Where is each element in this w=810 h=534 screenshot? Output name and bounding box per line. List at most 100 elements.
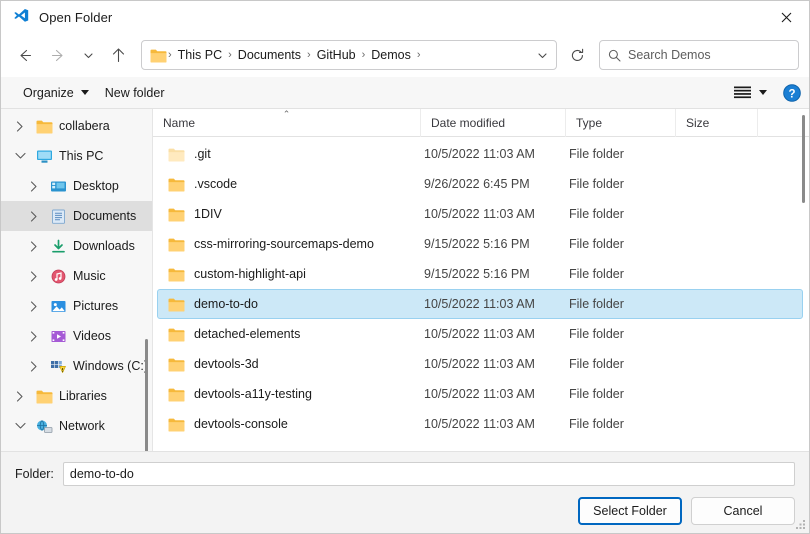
sidebar-item-libraries[interactable]: Libraries	[1, 381, 152, 411]
file-name: detached-elements	[194, 327, 301, 341]
refresh-button[interactable]	[561, 40, 593, 70]
breadcrumb-item-github[interactable]: GitHub	[312, 45, 361, 65]
sidebar-item-windows-c[interactable]: Windows (C:)	[1, 351, 152, 381]
folder-icon	[168, 148, 185, 161]
cell-name: demo-to-do	[158, 297, 424, 312]
table-row[interactable]: 1DIV 10/5/2022 11:03 AM File folder	[157, 199, 803, 229]
table-row[interactable]: devtools-console 10/5/2022 11:03 AM File f…	[157, 409, 803, 439]
table-row[interactable]: devtools-3d 10/5/2022 11:03 AM File folder	[157, 349, 803, 379]
cell-type: File folder	[569, 207, 624, 221]
cell-date-modified: 9/15/2022 5:16 PM	[424, 267, 530, 281]
cell-name: devtools-a11y-testing	[158, 387, 424, 402]
chevron-right-icon[interactable]	[25, 327, 43, 345]
dialog-footer: Folder: Select Folder Cancel	[1, 451, 809, 533]
column-header-date-modified[interactable]: Date modified	[421, 108, 566, 137]
sidebar-item-network[interactable]: Network	[1, 411, 152, 441]
cancel-button[interactable]: Cancel	[691, 497, 795, 525]
cell-type: File folder	[569, 147, 624, 161]
table-row[interactable]: devtools-a11y-testing 10/5/2022 11:03 AM F…	[157, 379, 803, 409]
close-icon	[781, 12, 791, 22]
cell-date-modified: 10/5/2022 11:03 AM	[424, 387, 535, 401]
sidebar-item-pictures[interactable]: Pictures	[1, 291, 152, 321]
table-row[interactable]: css-mirroring-sourcemaps-demo 9/15/2022 5…	[157, 229, 803, 259]
new-folder-label: New folder	[104, 85, 165, 100]
cell-date-modified: 10/5/2022 11:03 AM	[424, 207, 535, 221]
chevron-right-icon[interactable]	[11, 387, 29, 405]
search-input[interactable]	[628, 48, 790, 62]
navigation-sidebar[interactable]: collabera This PC Desktop Documents Down…	[1, 109, 153, 451]
chevron-down-icon[interactable]	[11, 147, 29, 165]
sidebar-scrollbar-thumb[interactable]	[145, 339, 148, 451]
chevron-right-icon[interactable]	[25, 237, 43, 255]
folder-icon	[168, 418, 185, 431]
videos-icon	[49, 328, 67, 344]
select-folder-button[interactable]: Select Folder	[578, 497, 682, 525]
column-header-size[interactable]: Size	[676, 108, 758, 137]
sidebar-item-this-pc[interactable]: This PC	[1, 141, 152, 171]
column-label: Type	[576, 115, 603, 130]
chevron-right-icon[interactable]	[25, 297, 43, 315]
breadcrumb-item-demos[interactable]: Demos	[366, 45, 416, 65]
sidebar-item-collabera[interactable]: collabera	[1, 111, 152, 141]
view-options-button[interactable]	[728, 82, 773, 103]
help-button[interactable]: ?	[783, 83, 801, 102]
chevron-right-icon[interactable]	[25, 267, 43, 285]
chevron-down-icon	[537, 52, 547, 58]
chevron-right-icon[interactable]	[25, 177, 43, 195]
cell-date-modified: 10/5/2022 11:03 AM	[424, 327, 535, 341]
chevron-right-icon[interactable]	[11, 117, 29, 135]
table-row[interactable]: .git 10/5/2022 11:03 AM File folder	[157, 139, 803, 169]
cell-date-modified: 10/5/2022 11:03 AM	[424, 357, 535, 371]
organize-button[interactable]: Organize	[15, 82, 97, 104]
resize-grip-icon[interactable]	[795, 519, 806, 530]
sidebar-item-music[interactable]: Music	[1, 261, 152, 291]
sidebar-item-label: Downloads	[73, 239, 135, 253]
chevron-down-icon[interactable]	[11, 417, 29, 435]
file-name: .vscode	[194, 177, 238, 191]
recent-locations-button[interactable]	[75, 39, 101, 71]
column-header-name[interactable]: ⌃ Name	[153, 108, 421, 137]
sidebar-item-label: collabera	[59, 119, 110, 133]
folder-label: Folder:	[15, 467, 54, 481]
folder-input[interactable]	[62, 462, 795, 486]
file-rows: .git 10/5/2022 11:03 AM File folder .vscode…	[153, 137, 809, 451]
table-row[interactable]: demo-to-do 10/5/2022 11:03 AM File folder	[157, 289, 803, 319]
folder-icon	[168, 358, 185, 371]
search-box[interactable]	[599, 40, 799, 70]
breadcrumb-item-documents[interactable]: Documents	[233, 45, 306, 65]
sidebar-item-desktop[interactable]: Desktop	[1, 171, 152, 201]
breadcrumb[interactable]: › This PC › Documents › GitHub › Demos ›	[141, 40, 557, 70]
sidebar-item-label: Pictures	[73, 299, 119, 313]
breadcrumb-separator: ›	[416, 49, 421, 61]
table-row[interactable]: .vscode 9/26/2022 6:45 PM File folder	[157, 169, 803, 199]
forward-button[interactable]	[41, 39, 75, 71]
folder-icon	[35, 118, 53, 134]
table-row[interactable]: custom-highlight-api 9/15/2022 5:16 PM Fil…	[157, 259, 803, 289]
cell-name: custom-highlight-api	[158, 267, 424, 282]
cell-name: devtools-console	[158, 417, 424, 432]
downloads-icon	[49, 238, 67, 254]
arrow-right-icon	[51, 49, 63, 61]
sidebar-item-label: Music	[73, 269, 106, 283]
sidebar-item-downloads[interactable]: Downloads	[1, 231, 152, 261]
cell-date-modified: 9/15/2022 5:16 PM	[424, 237, 530, 251]
file-list-scrollbar-thumb[interactable]	[802, 115, 805, 203]
pc-icon	[35, 148, 53, 164]
sidebar-item-videos[interactable]: Videos	[1, 321, 152, 351]
cell-name: devtools-3d	[158, 357, 424, 372]
vscode-icon	[14, 8, 29, 22]
toolbar: Organize New folder ?	[1, 77, 809, 109]
chevron-down-icon	[80, 90, 89, 95]
back-button[interactable]	[7, 39, 41, 71]
up-button[interactable]	[101, 39, 135, 71]
music-icon	[49, 268, 67, 284]
breadcrumb-item-this-pc[interactable]: This PC	[173, 45, 227, 65]
chevron-right-icon[interactable]	[25, 357, 43, 375]
sidebar-item-documents[interactable]: Documents	[1, 201, 152, 231]
new-folder-button[interactable]: New folder	[97, 82, 173, 104]
column-header-type[interactable]: Type	[566, 108, 676, 137]
breadcrumb-dropdown-button[interactable]	[530, 42, 554, 68]
chevron-right-icon[interactable]	[25, 207, 43, 225]
close-button[interactable]	[763, 1, 809, 33]
table-row[interactable]: detached-elements 10/5/2022 11:03 AM File …	[157, 319, 803, 349]
